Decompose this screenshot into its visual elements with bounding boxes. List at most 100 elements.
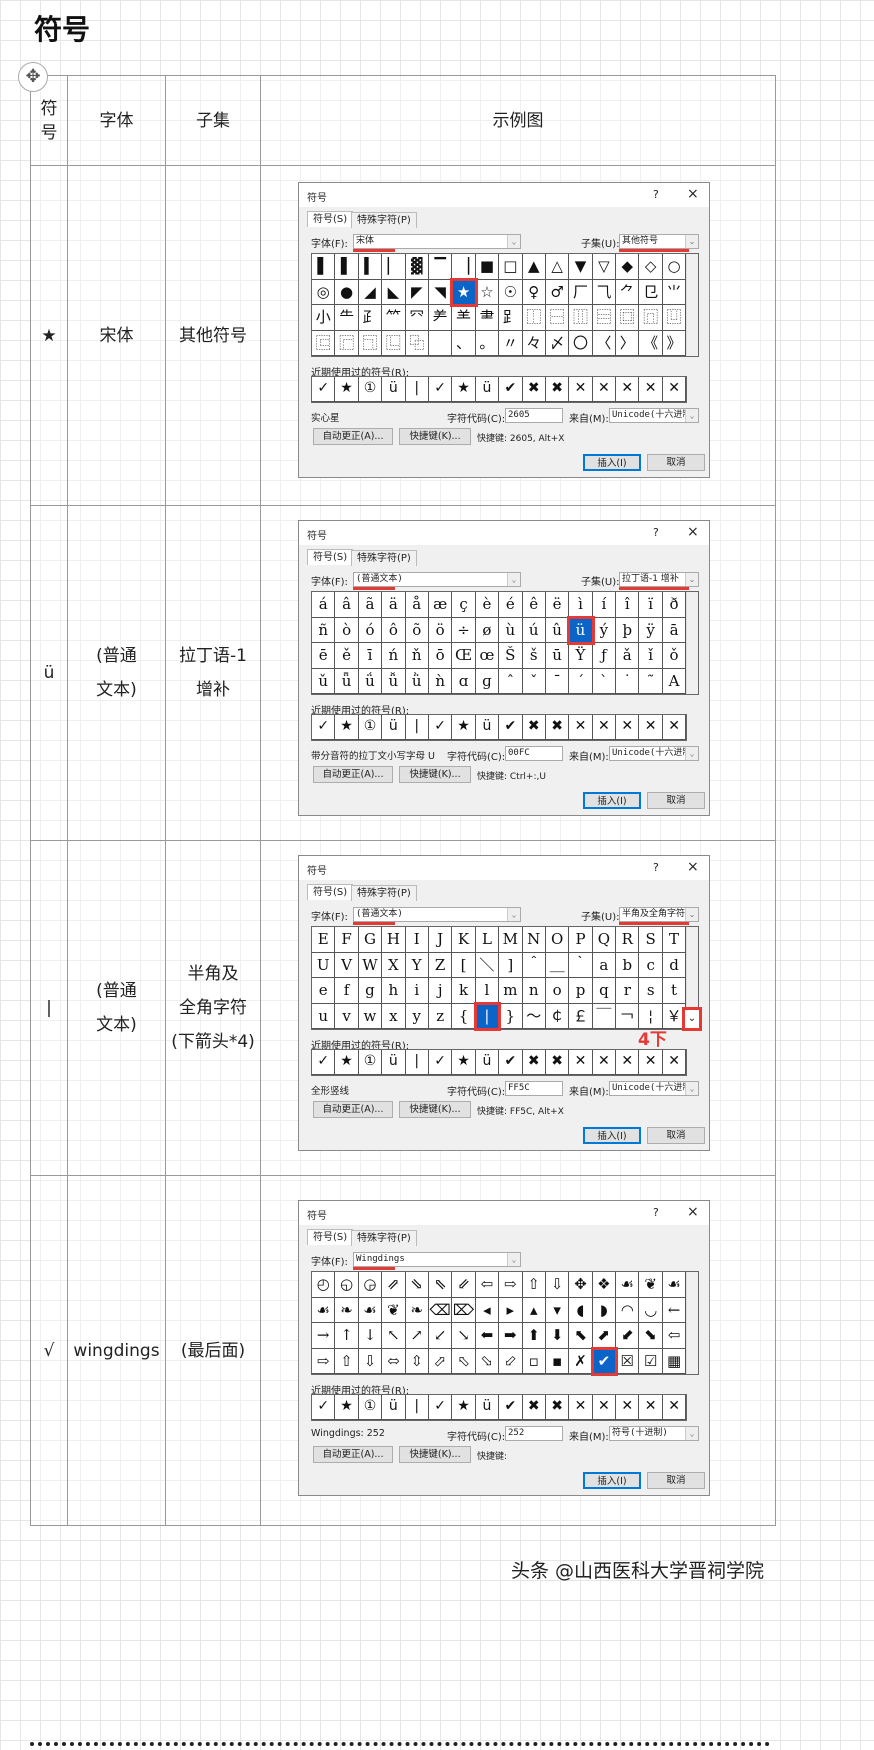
symbol-cell[interactable]: ❧ xyxy=(335,1297,359,1323)
shortcut-key-button[interactable]: 快捷键(K)... xyxy=(399,428,471,445)
symbol-cell[interactable]: ☙ xyxy=(312,1297,336,1323)
tab-symbols[interactable]: 符号(S) xyxy=(307,211,354,227)
recent-symbol-cell[interactable]: ★ xyxy=(335,1050,359,1075)
symbol-cell[interactable]: ⬀ xyxy=(428,1348,453,1374)
cancel-button[interactable]: 取消 xyxy=(647,1472,705,1489)
symbol-cell[interactable]: ƒ xyxy=(592,643,617,669)
recent-symbol-cell[interactable]: ✕ xyxy=(569,377,593,402)
symbol-cell[interactable]: ǖ xyxy=(335,668,359,694)
font-select[interactable]: 宋体 ⌄ xyxy=(353,234,521,249)
symbol-cell[interactable]: ō xyxy=(428,643,453,669)
symbol-cell[interactable]: ñ xyxy=(312,617,336,643)
scrollbar-track[interactable] xyxy=(686,952,699,978)
recent-symbol-cell[interactable]: ✔ xyxy=(499,1050,523,1075)
symbol-cell[interactable]: p xyxy=(569,978,593,1004)
symbol-cell[interactable]: □ xyxy=(499,254,523,280)
symbol-cell[interactable]: ✗ xyxy=(569,1348,593,1374)
symbol-cell[interactable]: c xyxy=(639,952,663,978)
symbol-cell[interactable]: o xyxy=(545,978,570,1004)
symbol-cell[interactable]: I xyxy=(405,927,429,953)
recent-symbol-cell[interactable]: ① xyxy=(358,1395,383,1420)
subset-select[interactable]: 其他符号 ⌄ xyxy=(619,234,699,249)
recent-symbol-cell[interactable]: ü xyxy=(475,377,500,402)
symbol-cell[interactable]: ▏ xyxy=(382,254,406,280)
insert-button[interactable]: 插入(I) xyxy=(583,1127,641,1144)
symbol-cell[interactable]: ◂ xyxy=(475,1297,500,1323)
symbol-cell[interactable]: ⺶ xyxy=(428,305,453,331)
symbol-cell[interactable]: → xyxy=(312,1323,336,1349)
character-code-input[interactable]: FF5C xyxy=(505,1081,563,1096)
symbol-cell[interactable]: ＼ xyxy=(475,952,500,978)
recent-symbol-cell[interactable]: ✔ xyxy=(499,377,523,402)
symbol-cell[interactable]: ⬋ xyxy=(616,1323,640,1349)
symbol-cell[interactable]: ↗ xyxy=(405,1323,429,1349)
symbol-cell[interactable]: ě xyxy=(335,643,359,669)
symbol-cell[interactable]: V xyxy=(335,952,359,978)
help-button[interactable]: ? xyxy=(653,861,659,874)
autocorrect-button[interactable]: 自动更正(A)... xyxy=(313,1446,393,1463)
symbol-cell[interactable]: ⺪ xyxy=(358,305,383,331)
recent-symbol-cell[interactable]: ✕ xyxy=(592,1395,617,1420)
symbol-cell[interactable]: M xyxy=(499,927,523,953)
selected-symbol-cell[interactable]: ✔ xyxy=(590,1346,619,1376)
symbol-cell[interactable]: ⬇ xyxy=(545,1323,570,1349)
symbol-cell[interactable]: Œ xyxy=(452,643,476,669)
symbol-cell[interactable]: X xyxy=(382,952,406,978)
close-button[interactable]: × xyxy=(687,859,699,875)
chevron-down-icon[interactable]: ⌄ xyxy=(685,1427,698,1440)
selected-symbol-cell[interactable]: ü xyxy=(567,615,595,645)
tab-symbols[interactable]: 符号(S) xyxy=(307,549,354,565)
symbol-cell[interactable]: œ xyxy=(475,643,500,669)
symbol-grid[interactable]: ▌ ▌ ▍ ▏ ▓ ▔ ▕ ■ □ ▲ △ ▼ ▽ ◆ ◇ ○ ◎ ● ◢ ◣ ◤ ◥ ★ ☆ ☉ ♀ ♂ 厂⺄⺈㔾⺌小⺧⺪⺮⺳⺶⺷⺻… xyxy=(311,253,699,357)
symbol-cell[interactable]: E xyxy=(312,927,336,953)
shortcut-key-button[interactable]: 快捷键(K)... xyxy=(399,1101,471,1118)
symbol-cell[interactable]: q xyxy=(592,978,617,1004)
recent-symbol-cell[interactable]: ü xyxy=(382,1050,406,1075)
symbol-cell[interactable]: ⇩ xyxy=(545,1272,570,1298)
help-button[interactable]: ? xyxy=(653,188,659,201)
from-select[interactable]: Unicode(十六进制) ⌄ xyxy=(609,1081,699,1096)
symbol-cell[interactable]: ⬃ xyxy=(499,1348,523,1374)
symbol-cell[interactable]: ◣ xyxy=(382,279,406,305)
symbol-cell[interactable]: ň xyxy=(405,643,429,669)
symbol-cell[interactable]: e xyxy=(312,978,336,1004)
symbol-cell[interactable]: ⺳ xyxy=(405,305,429,331)
symbol-cell[interactable]: j xyxy=(428,978,453,1004)
symbol-cell[interactable]: n xyxy=(522,978,546,1004)
symbol-cell[interactable]: 小 xyxy=(312,305,336,331)
autocorrect-button[interactable]: 自动更正(A)... xyxy=(313,766,393,783)
scrollbar-track[interactable] xyxy=(686,330,699,356)
symbol-cell[interactable]: b xyxy=(616,952,640,978)
symbol-cell[interactable]: ⬉ xyxy=(569,1323,593,1349)
symbol-cell[interactable]: å xyxy=(405,592,429,618)
shortcut-key-button[interactable]: 快捷键(K)... xyxy=(399,1446,471,1463)
symbol-cell[interactable]: ǔ xyxy=(312,668,336,694)
symbol-cell[interactable]: ò xyxy=(335,617,359,643)
recent-symbol-cell[interactable]: ü xyxy=(475,715,500,740)
symbol-cell[interactable]: ▍ xyxy=(358,254,383,280)
symbol-cell[interactable]: Α xyxy=(662,668,687,694)
symbol-cell[interactable]: æ xyxy=(428,592,453,618)
symbol-cell[interactable]: ↘ xyxy=(452,1323,476,1349)
tab-special-characters[interactable]: 特殊字符(P) xyxy=(351,550,417,566)
scrollbar-track[interactable] xyxy=(686,927,699,953)
symbol-cell[interactable]: 《 xyxy=(639,330,663,356)
symbol-cell[interactable]: ◗ xyxy=(592,1297,617,1323)
symbol-cell[interactable]: m xyxy=(499,978,523,1004)
chevron-down-icon[interactable]: ⌄ xyxy=(507,908,520,921)
recent-symbol-cell[interactable]: ✕ xyxy=(639,1050,663,1075)
symbol-cell[interactable]: ì xyxy=(569,592,593,618)
symbol-cell[interactable]: r xyxy=(616,978,640,1004)
symbol-cell[interactable]: ⺮ xyxy=(382,305,406,331)
symbol-cell[interactable]: ↙ xyxy=(428,1323,453,1349)
symbol-cell[interactable]: ⬈ xyxy=(592,1323,617,1349)
character-code-input[interactable]: 00FC xyxy=(505,746,563,761)
symbol-cell[interactable]: ◡ xyxy=(639,1297,663,1323)
recent-symbol-cell[interactable]: ✓ xyxy=(428,715,453,740)
symbol-cell[interactable]: ǜ xyxy=(405,668,429,694)
symbol-cell[interactable]: ▦ xyxy=(662,1348,687,1374)
symbol-cell[interactable]: ˆ xyxy=(499,668,523,694)
symbol-cell[interactable]: ⬁ xyxy=(452,1348,476,1374)
chevron-down-icon[interactable]: ⌄ xyxy=(685,409,698,422)
symbol-cell[interactable]: ø xyxy=(475,617,500,643)
